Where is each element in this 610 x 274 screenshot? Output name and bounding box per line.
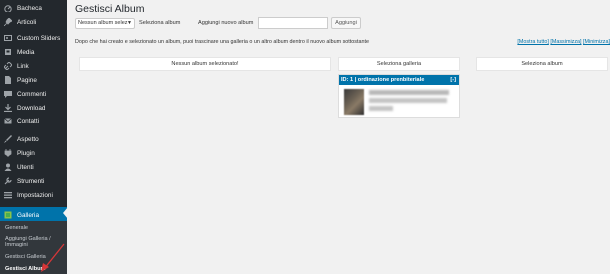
sidebar-item-articoli[interactable]: Articoli [0,14,67,30]
sidebar-item-label: Commenti [17,90,47,98]
submenu-item-generale[interactable]: Generale [5,225,28,231]
sidebar-item-label: Bacheca [17,4,42,12]
album-drop-area[interactable]: Nessun album selezionato! [79,57,331,71]
maximize-link[interactable]: [Massimizza] [550,39,581,45]
comment-icon [4,90,12,98]
sidebar-item-label: Utenti [17,163,34,171]
album-column-header: Seleziona album [476,57,608,71]
mail-icon [4,117,12,125]
minimize-link[interactable]: [Minimizza] [583,39,610,45]
slider-icon [4,34,12,42]
pin-icon [4,18,12,26]
page-title: Gestisci Album [75,3,145,15]
blurred-text-line [369,98,447,103]
gallery-icon [4,211,12,219]
sidebar-item-label: Download [17,104,46,112]
media-icon [4,48,12,56]
sidebar-item-label: Contatti [17,117,40,125]
gallery-card-toggle[interactable]: [-] [450,75,456,85]
gallery-card[interactable]: ID: 1 | ordinazione prenbiteriale [-] [338,74,460,118]
sidebar-item-contatti[interactable]: Contatti [0,113,67,129]
download-icon [4,104,12,112]
new-album-input[interactable] [258,17,328,29]
brush-icon [4,135,12,143]
gallery-card-title: ID: 1 | ordinazione prenbiteriale [341,77,425,83]
red-arrow-annotation [41,243,65,272]
link-icon [4,62,12,70]
sidebar-item-impostazioni[interactable]: Impostazioni [0,187,67,203]
blurred-text-line [369,90,449,95]
album-select-value: Nessun album selez [78,20,128,26]
sidebar-item-label: Galleria [17,211,40,219]
add-album-button[interactable]: Aggiungi [331,17,361,29]
album-select[interactable]: Nessun album selez ▼ [75,18,135,29]
plugin-icon [4,149,12,157]
settings-icon [4,191,12,199]
tools-icon [4,177,12,185]
main-content: Gestisci Album Nessun album selez ▼ Sele… [67,0,610,274]
gallery-thumbnail [344,89,364,115]
sidebar-item-label: Pagine [17,76,37,84]
admin-sidebar: Bacheca Articoli Custom Sliders Media Link Pa… [0,0,68,274]
show-all-link[interactable]: [Mostra tutto] [517,39,548,45]
blurred-text-line [369,106,393,111]
sidebar-item-label: Strumenti [17,177,45,185]
add-album-label: Aggiungi nuovo album [198,20,254,26]
select-album-label: Seleziona album [139,20,181,26]
gallery-card-header: ID: 1 | ordinazione prenbiteriale [-] [339,75,459,85]
sidebar-item-label: Media [17,48,35,56]
page-icon [4,76,12,84]
sidebar-item-label: Aspetto [17,135,39,143]
sidebar-item-label: Impostazioni [17,191,53,199]
view-links: [Mostra tutto] [Massimizza] [Minimizza] [517,39,610,45]
gallery-column-header: Seleziona galleria [338,57,460,71]
sidebar-item-label: Articoli [17,18,37,26]
dashboard-icon [4,4,12,12]
sidebar-item-label: Plugin [17,149,35,157]
instructions-text: Dopo che hai creato e selezionato un alb… [75,39,369,45]
sidebar-item-label: Link [17,62,29,70]
sidebar-item-label: Custom Sliders [17,34,61,42]
chevron-down-icon: ▼ [127,20,132,26]
users-icon [4,163,12,171]
